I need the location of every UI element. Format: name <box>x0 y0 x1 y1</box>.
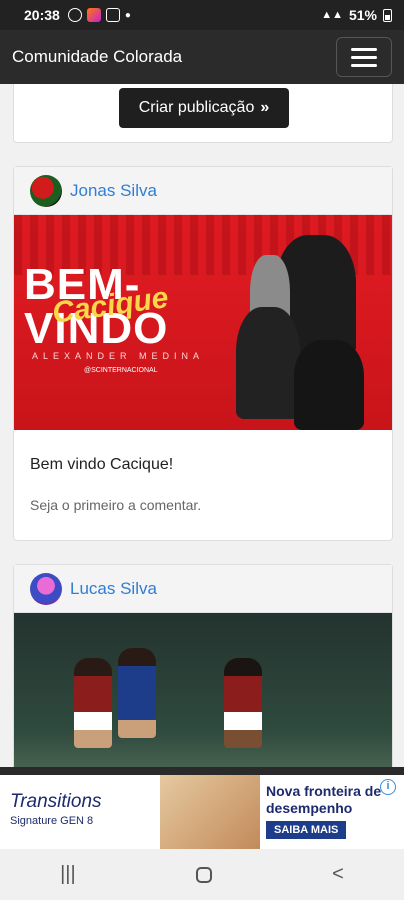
avatar[interactable] <box>30 572 62 605</box>
post-image[interactable] <box>14 613 392 767</box>
recent-apps-icon[interactable]: ||| <box>60 863 76 886</box>
ad-cta-button[interactable]: SAIBA MAIS <box>266 821 347 839</box>
hamburger-icon <box>351 47 377 51</box>
post-header: Lucas Silva <box>14 565 392 613</box>
back-icon[interactable]: < <box>332 863 344 886</box>
person-figure <box>294 340 364 430</box>
ad-banner[interactable]: Transitions Signature GEN 8 Nova frontei… <box>0 767 404 849</box>
player-figure <box>224 658 262 748</box>
player-figure <box>118 648 156 738</box>
dot-icon: ● <box>124 9 131 21</box>
battery-text: 51% <box>348 7 377 23</box>
battery-icon <box>383 8 392 22</box>
home-icon[interactable] <box>195 866 212 883</box>
double-chevron-right-icon: » <box>260 99 270 116</box>
app-icon <box>86 8 101 22</box>
create-post-card: Criar publicação » <box>13 84 393 143</box>
status-right: ▲▲ 51% <box>321 7 392 23</box>
site-title[interactable]: Comunidade Colorada <box>12 47 182 67</box>
author-link[interactable]: Jonas Silva <box>70 181 157 201</box>
feed[interactable]: Criar publicação » Jonas Silva BEM- VIND… <box>0 84 404 767</box>
signal-icon: ▲▲ <box>321 9 343 21</box>
post-image[interactable]: BEM- VINDO Cacique ALEXANDER MEDINA @SCI… <box>14 215 392 430</box>
ad-info-icon[interactable]: i <box>380 779 396 795</box>
whatsapp-icon <box>67 8 82 22</box>
status-bar: 20:38 ● ▲▲ 51% <box>0 0 404 30</box>
author-link[interactable]: Lucas Silva <box>70 579 157 599</box>
comment-prompt[interactable]: Seja o primeiro a comentar. <box>14 474 392 513</box>
promo-subtitle: ALEXANDER MEDINA <box>32 351 205 361</box>
top-navbar: Comunidade Colorada <box>0 30 404 84</box>
promo-social-handle: @SCINTERNACIONAL <box>84 367 158 374</box>
post-header: Jonas Silva <box>14 167 392 215</box>
ad-brand: Transitions <box>10 791 102 812</box>
player-figure <box>74 658 112 748</box>
system-navigation-bar: ||| < <box>0 849 404 900</box>
status-time: 20:38 <box>24 7 60 23</box>
create-post-label: Criar publicação <box>138 99 255 116</box>
ad-brand-block: Transitions Signature GEN 8 <box>0 775 160 849</box>
avatar[interactable] <box>30 174 62 207</box>
ad-brand-sub: Signature GEN 8 <box>10 815 94 827</box>
notification-icons: ● <box>67 8 131 22</box>
person-figure <box>236 307 300 419</box>
post-card: Lucas Silva <box>13 564 393 767</box>
ad-photo <box>160 775 260 849</box>
post-card: Jonas Silva BEM- VINDO Cacique ALEXANDER… <box>13 166 393 541</box>
gallery-icon <box>105 8 120 22</box>
menu-toggle-button[interactable] <box>336 37 392 77</box>
post-text: Bem vindo Cacique! <box>30 456 174 473</box>
create-post-button[interactable]: Criar publicação » <box>119 88 289 128</box>
